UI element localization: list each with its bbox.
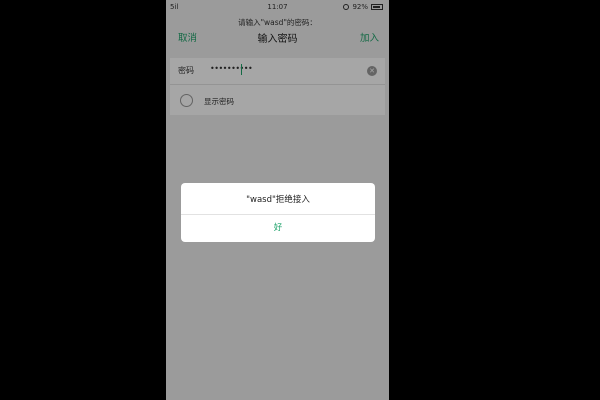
ok-button[interactable]: 好 [181,215,375,242]
alert-dialog: "wasd"拒绝接入 好 [181,183,375,242]
dialog-message: "wasd"拒绝接入 [246,195,310,205]
